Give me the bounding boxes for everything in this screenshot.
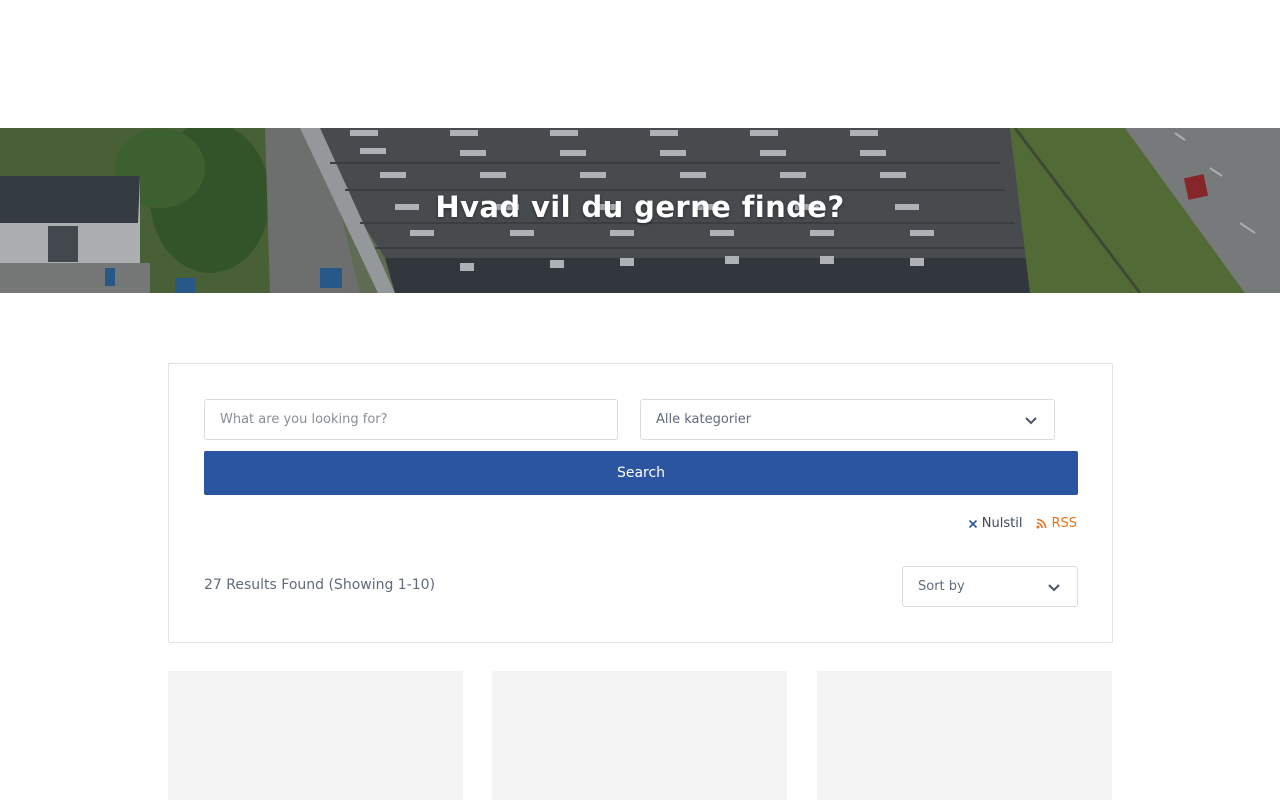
category-select[interactable]: Alle kategorier — [640, 399, 1055, 440]
search-button[interactable]: Search — [204, 451, 1078, 495]
reset-link-label: Nulstil — [981, 516, 1023, 531]
rss-link[interactable]: RSS — [1036, 516, 1077, 531]
search-panel: Alle kategorier Search Nulstil RSS 27 Re… — [168, 363, 1113, 643]
category-select-value: Alle kategorier — [656, 412, 752, 427]
filter-links: Nulstil RSS — [968, 516, 1077, 531]
listing-card[interactable] — [492, 671, 787, 800]
site-header — [0, 0, 1280, 128]
search-input[interactable] — [204, 399, 618, 440]
rss-icon — [1036, 518, 1047, 529]
rss-link-label: RSS — [1051, 516, 1077, 531]
hero-title: Hvad vil du gerne finde? — [435, 190, 845, 224]
sort-select[interactable]: Sort by — [902, 566, 1078, 607]
results-summary: 27 Results Found (Showing 1-10) — [204, 577, 436, 593]
close-icon — [968, 519, 977, 528]
reset-link[interactable]: Nulstil — [968, 516, 1023, 531]
chevron-down-icon — [1048, 583, 1060, 591]
chevron-down-icon — [1025, 416, 1037, 424]
hero-banner: Hvad vil du gerne finde? — [0, 128, 1280, 293]
listing-card[interactable] — [817, 671, 1112, 800]
sort-select-value: Sort by — [918, 579, 965, 594]
listing-card[interactable] — [168, 671, 463, 800]
